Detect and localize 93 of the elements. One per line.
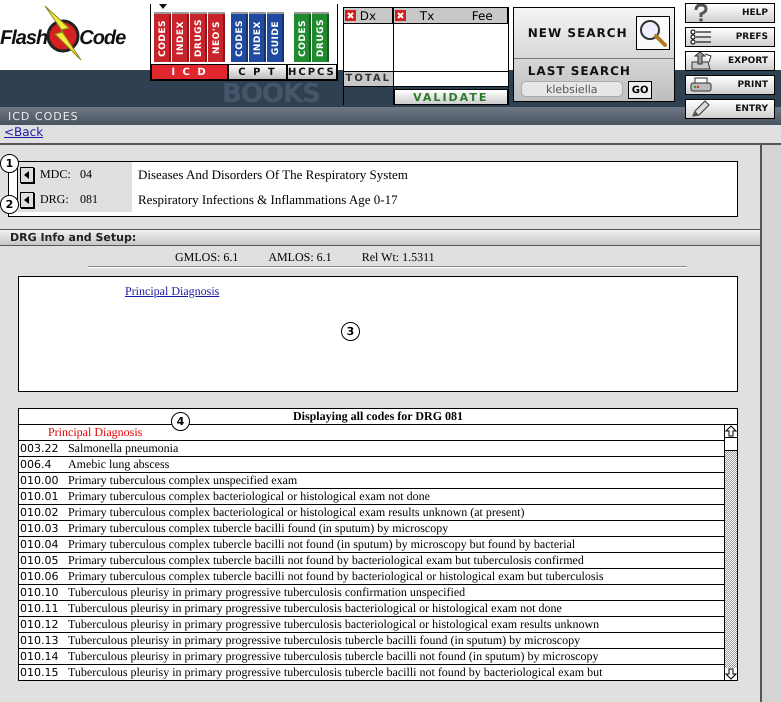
stat-text: AMLOS: 6.1 [268,250,332,264]
table-cell: Tuberculous pleurisy in primary progressive tuberculosis bacteriological or histological exam not done [68,601,562,616]
table-cell-text: 010.04 [19,538,60,551]
back-arrow-button[interactable] [20,166,34,182]
book-spine[interactable]: NEO'S [208,12,225,62]
table-cell-text: 003.22 [19,442,60,455]
callout-marker: 4 [171,412,190,431]
scroll-thumb[interactable] [724,437,738,451]
book-spine[interactable]: GUIDE [267,12,284,62]
search-button[interactable] [636,16,670,50]
table-cell-text: 010.06 [19,570,60,583]
table-cell-text: 010.12 [19,618,60,631]
last-search-field[interactable]: klebsiella [520,81,623,97]
book-spine[interactable]: CODES [231,12,248,62]
export-icon [690,52,712,70]
back-arrow-button[interactable] [20,192,34,208]
last-search-label: LAST SEARCH [528,64,632,78]
field-label: DRG: [40,192,70,207]
search-icon [638,18,668,48]
validate-button[interactable]: VALIDATE [394,89,508,105]
book-tab[interactable]: I C D [151,64,228,80]
table-cell-text: 010.14 [19,650,60,663]
table-cell: Tuberculous pleurisy in primary progressive tuberculosis bacteriological or histological exam results unknown [68,617,600,632]
field-description: Diseases And Disorders Of The Respiratory System [138,166,408,182]
table-cell-text: 010.13 [19,634,60,647]
field-value: 081 [80,192,99,207]
book-spine[interactable]: CODES [154,12,171,62]
toolbar-button[interactable]: PRINT [685,75,775,95]
close-icon[interactable] [344,10,356,21]
section-title: ICD CODES [8,110,79,122]
up-arrow-icon[interactable] [725,425,737,437]
book-spine[interactable]: INDEX [172,12,189,62]
table-cell: Primary tuberculous complex bacteriological or histological exam results unknown (at present) [68,505,525,520]
table-cell: Primary tuberculous complex tubercle bacilli not found by bacteriological or histological exam but tuberculosis [68,569,604,584]
go-button[interactable]: GO [628,81,652,99]
table-cell-text: 010.00 [19,474,60,487]
field-value: 04 [80,167,93,182]
left-triangle-icon [24,170,30,178]
table-cell-text: 006.4 [19,458,52,471]
scrollbar[interactable] [724,425,737,680]
table-cell-text: 010.01 [19,490,60,503]
logo-text: Flash [0,26,48,50]
field-description: Respiratory Infections & Inflammations Age 0-17 [138,192,398,208]
table-cell-text: 010.03 [19,522,60,535]
table-cell: Tuberculous pleurisy in primary progressive tuberculosis tubercle bacilli not found by bacteriological exam but [68,665,602,680]
field-label: MDC: [40,167,72,182]
table-cell-text: 010.11 [19,602,60,615]
down-arrow-icon[interactable] [725,668,737,680]
column-header: Tx [420,8,434,22]
book-spine[interactable]: INDEX [249,12,266,62]
total-label: TOTAL [344,71,393,87]
toolbar-button[interactable]: HELP [685,3,775,23]
book-tab[interactable]: C P T [228,64,287,80]
column-header: Dx [360,8,376,22]
table-title: Displaying all codes for DRG 081 [292,409,464,423]
table-cell-text: 010.05 [19,554,60,567]
callout-marker: 1 [0,154,19,173]
callout-marker: 2 [0,195,19,214]
table-cell: Primary tuberculous complex tubercle bacilli not found by bacteriological exam but tuberculosis confirmed [68,553,584,568]
book-spine[interactable]: DRUGS [312,12,330,62]
logo-text: Code [79,26,126,50]
table-cell: Tuberculous pleurisy in primary progressive tuberculosis confirmation unspecified [68,585,466,600]
table-cell: Tuberculous pleurisy in primary progressive tuberculosis tubercle bacilli not found (in sputum) by microscopy [68,649,598,664]
stat-text: Rel Wt: 1.5311 [362,250,435,264]
book-spine[interactable]: CODES [294,12,312,62]
principal-diagnosis-link[interactable]: Principal Diagnosis [125,284,220,299]
stat-text: GMLOS: 6.1 [175,250,238,264]
section-header: DRG Info and Setup: [10,231,136,244]
table-cell: Amebic lung abscess [68,457,170,472]
table-cell: Salmonella pneumonia [68,441,178,456]
table-cell: Tuberculous pleurisy in primary progressive tuberculosis tubercle bacilli found (in sputum) by microscopy [68,633,580,648]
book-tab[interactable]: HCPCS [287,64,337,80]
column-header: Fee [472,8,493,22]
book-spine[interactable]: DRUGS [190,12,207,62]
left-triangle-icon [24,196,30,204]
toolbar-button[interactable]: EXPORT [685,51,775,71]
table-cell-text: 010.02 [19,506,60,519]
printer-icon [690,77,712,93]
table-cell-text: 010.10 [19,586,60,599]
table-cell-text: 010.15 [19,666,60,679]
table-cell: Primary tuberculous complex bacteriological or histological exam not done [68,489,430,504]
toolbar-button[interactable]: PREFS [685,27,775,47]
new-search-label: NEW SEARCH [528,26,628,40]
back-link[interactable]: <Back [4,125,44,139]
table-cell: Primary tuberculous complex unspecified exam [68,473,298,488]
callout-marker: 3 [341,322,360,341]
close-icon[interactable] [394,10,406,21]
pencil-icon [690,100,712,118]
table-cell: Primary tuberculous complex tubercle bacilli found (in sputum) by microscopy [68,521,448,536]
table-cell: Primary tuberculous complex tubercle bacilli not found (in sputum) by microscopy but found by bacterial [68,537,576,552]
table-subheading: Principal Diagnosis [48,425,142,439]
list-icon [690,29,712,45]
toolbar-button[interactable]: ENTRY [685,99,775,119]
